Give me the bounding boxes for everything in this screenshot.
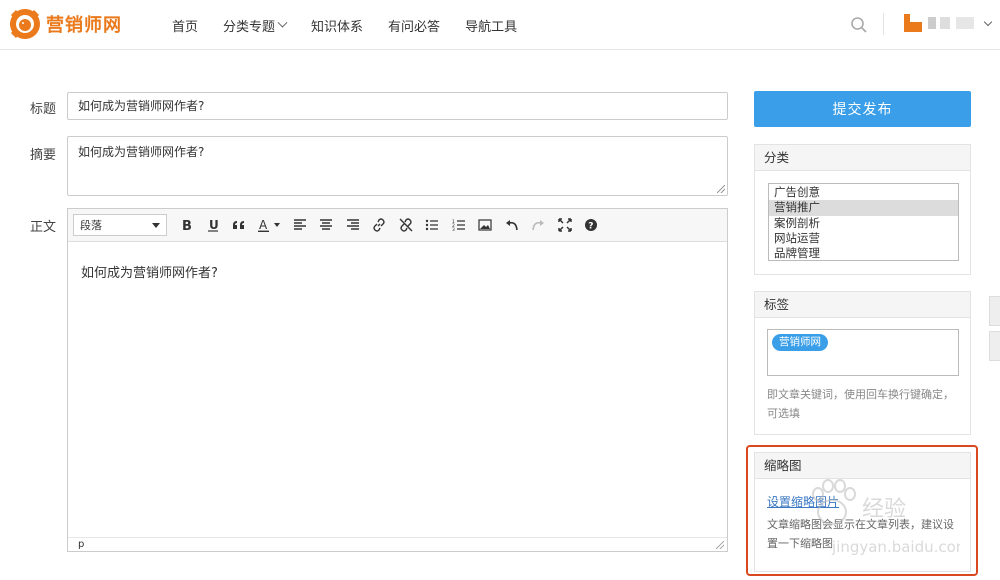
summary-text: 如何成为营销师网作者? [78, 145, 205, 159]
underline-button[interactable]: U [200, 214, 227, 236]
image-icon [478, 219, 492, 231]
chevron-down-icon[interactable] [983, 17, 993, 27]
side-float-tab[interactable] [989, 296, 1000, 326]
redo-icon [532, 220, 545, 231]
format-select[interactable]: 段落 [73, 214, 167, 236]
category-panel-title: 分类 [755, 145, 970, 171]
text-color-icon: A [257, 218, 280, 232]
svg-text:U: U [209, 218, 219, 232]
nav-categories[interactable]: 分类专题 [223, 16, 288, 35]
redo-button[interactable] [525, 214, 552, 236]
resize-handle[interactable] [716, 541, 724, 549]
undo-icon [505, 220, 518, 231]
category-option[interactable]: 广告创意 [769, 185, 958, 200]
svg-text:B: B [182, 219, 192, 232]
numbered-list-button[interactable]: 123 [446, 214, 473, 236]
username-blurred[interactable] [928, 17, 982, 29]
tag-chip[interactable]: 营销师网 [772, 334, 828, 351]
undo-button[interactable] [499, 214, 526, 236]
resize-handle[interactable] [717, 185, 725, 193]
help-icon: ? [585, 219, 598, 232]
tags-panel-title: 标签 [755, 292, 970, 318]
main-nav: 首页 分类专题 知识体系 有问必答 导航工具 [172, 0, 542, 50]
tag-hint: 即文章关键词，使用回车换行键确定，可选填 [767, 388, 954, 420]
category-panel: 分类 广告创意 营销推广 案例剖析 网站运营 品牌管理 [754, 144, 971, 275]
summary-label: 摘要 [30, 148, 57, 163]
insert-link-button[interactable] [366, 214, 393, 236]
title-input[interactable]: 如何成为营销师网作者? [67, 92, 728, 120]
insert-image-button[interactable] [472, 214, 499, 236]
title-label: 标题 [30, 102, 57, 117]
site-logo[interactable]: 营销师网 [8, 6, 122, 42]
tags-panel: 标签 营销师网 即文章关键词，使用回车换行键确定，可选填 [754, 291, 971, 435]
fullscreen-button[interactable] [552, 214, 579, 236]
svg-text:?: ? [589, 222, 594, 232]
summary-textarea[interactable]: 如何成为营销师网作者? [67, 136, 728, 196]
svg-text:A: A [259, 218, 268, 232]
category-option[interactable]: 网站运营 [769, 231, 958, 246]
bullet-list-icon [426, 219, 439, 231]
chevron-down-icon [277, 17, 288, 28]
category-option[interactable]: 案例剖析 [769, 216, 958, 231]
lion-logo-icon [10, 9, 40, 39]
nav-knowledge[interactable]: 知识体系 [311, 16, 363, 35]
nav-qa[interactable]: 有问必答 [388, 16, 440, 35]
tag-input[interactable]: 营销师网 [767, 329, 959, 376]
highlight-box [746, 445, 978, 576]
blockquote-button[interactable] [226, 214, 253, 236]
bullet-list-button[interactable] [419, 214, 446, 236]
bold-icon: B [182, 219, 192, 232]
top-header: 营销师网 首页 分类专题 知识体系 有问必答 导航工具 [0, 0, 1000, 50]
logo-text: 营销师网 [46, 15, 122, 36]
align-left-icon [293, 219, 306, 230]
unlink-icon [399, 218, 413, 232]
search-icon[interactable] [850, 16, 868, 34]
side-float-tab[interactable] [989, 331, 1000, 361]
category-option-selected[interactable]: 营销推广 [769, 200, 958, 216]
header-divider [883, 13, 884, 35]
align-center-button[interactable] [313, 214, 340, 236]
editor-toolbar: 段落 B U A 123 ? [68, 209, 727, 242]
rich-text-editor: 段落 B U A 123 ? 如何成为营销师网作者? p [67, 208, 728, 552]
bold-button[interactable]: B [173, 214, 200, 236]
help-button[interactable]: ? [578, 214, 605, 236]
underline-icon: U [207, 218, 219, 232]
align-right-button[interactable] [340, 214, 367, 236]
editor-statusbar: p [68, 537, 727, 551]
nav-tools[interactable]: 导航工具 [465, 16, 517, 35]
remove-link-button[interactable] [393, 214, 420, 236]
caret-down-icon [152, 222, 160, 228]
category-listbox[interactable]: 广告创意 营销推广 案例剖析 网站运营 品牌管理 [768, 183, 959, 261]
align-right-icon [346, 219, 359, 230]
editor-content[interactable]: 如何成为营销师网作者? [68, 242, 727, 301]
category-option[interactable]: 品牌管理 [769, 246, 958, 260]
link-icon [373, 218, 385, 232]
body-label: 正文 [30, 220, 57, 235]
align-left-button[interactable] [287, 214, 314, 236]
numbered-list-icon: 123 [452, 219, 465, 232]
element-path[interactable]: p [78, 539, 84, 550]
quote-icon [233, 221, 245, 229]
text-color-button[interactable]: A [253, 214, 287, 236]
nav-home[interactable]: 首页 [172, 16, 198, 35]
svg-text:3: 3 [452, 227, 455, 232]
fullscreen-icon [558, 218, 572, 232]
avatar[interactable] [904, 14, 922, 32]
publish-button[interactable]: 提交发布 [754, 91, 971, 127]
align-center-icon [320, 219, 333, 230]
